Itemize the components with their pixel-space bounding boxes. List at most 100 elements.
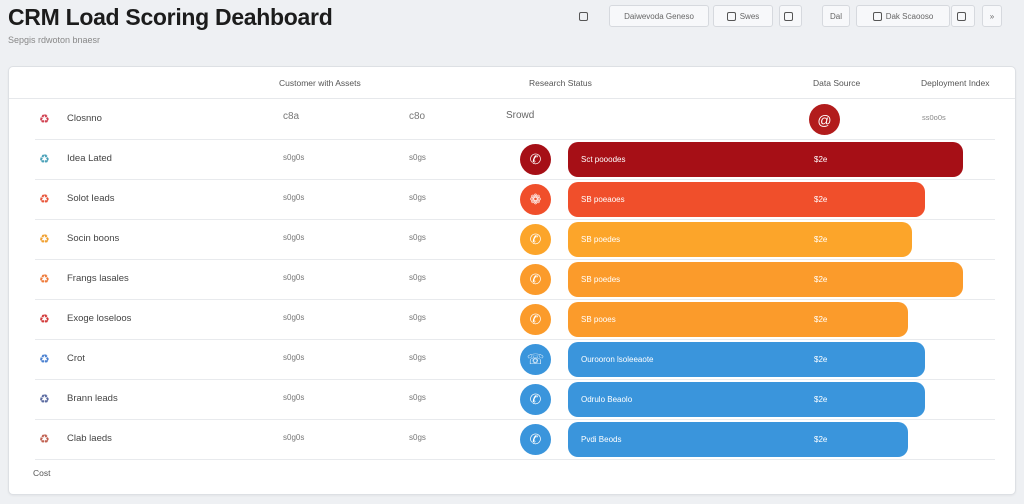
lead-name: Exoge loseloos <box>67 313 132 324</box>
toolbar-button-label: » <box>989 11 995 21</box>
table-row[interactable]: ♻ Idea Lated s0g0s s0gs ✆ Sct pooodes $2… <box>35 140 995 180</box>
save-icon <box>726 11 736 21</box>
score-bar[interactable]: SB poedes $2e <box>568 262 963 297</box>
toolbar-button-0[interactable] <box>576 5 594 27</box>
lead-name: Idea Lated <box>67 153 112 164</box>
phone-icon[interactable]: ✆ <box>520 304 551 335</box>
column-header-source[interactable]: Data Source <box>813 78 860 88</box>
lead-name: Socin boons <box>67 233 120 244</box>
recycle-icon: ♻ <box>39 152 50 166</box>
column-header-customer[interactable]: Customer with Assets <box>279 78 361 88</box>
score-label: SB poeaoes <box>581 195 625 204</box>
score-bar[interactable]: Pvdi Beods $2e <box>568 422 908 457</box>
table-row[interactable]: ♻ Frangs lasales s0g0s s0gs ✆ SB poedes … <box>35 260 995 300</box>
lead-col1: s0g0s <box>283 313 305 322</box>
lead-col1: s0g0s <box>283 153 305 162</box>
phone-icon[interactable]: ✆ <box>520 424 551 455</box>
settings-icon <box>578 11 588 21</box>
summary-index: ss0o0s <box>922 113 946 122</box>
refresh-icon <box>784 11 793 21</box>
score-bar[interactable]: Ourooron lsoleeaote $2e <box>568 342 925 377</box>
lead-col2: s0gs <box>409 353 426 362</box>
table-row[interactable]: ♻ Solot Ieads s0g0s s0gs ❁ SB poeaoes $2… <box>35 180 995 220</box>
lead-col2: s0gs <box>409 313 426 322</box>
phone-icon[interactable]: ✆ <box>520 144 551 175</box>
toolbar-button-label: Dak Scaooso <box>885 11 934 21</box>
lead-col1: s0g0s <box>283 233 305 242</box>
table-row[interactable]: ♻ Crot s0g0s s0gs ☏ Ourooron lsoleeaote … <box>35 340 995 380</box>
lead-col1: s0g0s <box>283 273 305 282</box>
phone-icon[interactable]: ✆ <box>520 224 551 255</box>
recycle-icon: ♻ <box>39 432 50 446</box>
alert-icon[interactable]: @ <box>809 104 840 135</box>
toolbar-button-5[interactable]: Dak Scaooso <box>856 5 950 27</box>
phone-icon[interactable]: ✆ <box>520 384 551 415</box>
lead-name: Frangs lasales <box>67 273 129 284</box>
lead-col1: s0g0s <box>283 433 305 442</box>
recycle-icon: ♻ <box>39 232 50 246</box>
score-bar[interactable]: Odrulo Beaolo $2e <box>568 382 925 417</box>
cookie-icon[interactable]: ❁ <box>520 184 551 215</box>
summary-row[interactable]: ♻ Closnno c8a c8o Srowd @ ss0o0s <box>35 100 995 140</box>
table-row[interactable]: ♻ Brann leads s0g0s s0gs ✆ Odrulo Beaolo… <box>35 380 995 420</box>
score-value: $2e <box>814 275 828 284</box>
header-divider <box>9 98 1015 99</box>
lead-col2: s0gs <box>409 433 426 442</box>
recycle-icon: ♻ <box>39 272 50 286</box>
lead-name: Clab laeds <box>67 433 112 444</box>
score-value: $2e <box>814 395 828 404</box>
lead-col1: s0g0s <box>283 193 305 202</box>
filter-icon <box>872 11 882 21</box>
score-value: $2e <box>814 195 828 204</box>
recycle-icon: ♻ <box>39 352 50 366</box>
lead-col2: s0gs <box>409 393 426 402</box>
toolbar-button-label: Dal <box>829 11 842 21</box>
score-bar[interactable]: SB poeaoes $2e <box>568 182 925 217</box>
score-value: $2e <box>814 435 828 444</box>
toolbar-button-2[interactable]: Swes <box>713 5 773 27</box>
toolbar-button-label: Swes <box>739 11 760 21</box>
score-bar[interactable]: Sct pooodes $2e <box>568 142 963 177</box>
column-header-index[interactable]: Deployment Index <box>921 78 990 88</box>
table-row[interactable]: ♻ Clab laeds s0g0s s0gs ✆ Pvdi Beods $2e <box>35 420 995 460</box>
score-label: SB poedes <box>581 235 621 244</box>
summary-c2: c8o <box>409 111 426 122</box>
table-row[interactable]: ♻ Socin boons s0g0s s0gs ✆ SB poedes $2e <box>35 220 995 260</box>
toolbar-button-7[interactable]: » <box>982 5 1002 27</box>
lead-col2: s0gs <box>409 153 426 162</box>
column-header-status[interactable]: Research Status <box>529 78 592 88</box>
score-value: $2e <box>814 355 828 364</box>
lead-name: Solot Ieads <box>67 193 115 204</box>
lead-col2: s0gs <box>409 193 426 202</box>
phone-icon[interactable]: ✆ <box>520 264 551 295</box>
recycle-icon: ♻ <box>39 312 50 326</box>
page-title: CRM Load Scoring Deahboard <box>8 4 333 30</box>
score-label: Ourooron lsoleeaote <box>581 355 654 364</box>
summary-status: Srowd <box>506 110 535 121</box>
toolbar-button-1[interactable]: Daiwevoda Geneso <box>609 5 709 27</box>
table-row[interactable]: ♻ Exoge loseloos s0g0s s0gs ✆ SB pooes $… <box>35 300 995 340</box>
table-footer: Cost <box>33 468 51 478</box>
lead-name: Brann leads <box>67 393 118 404</box>
toolbar-button-3[interactable] <box>779 5 802 27</box>
chat-icon[interactable]: ☏ <box>520 344 551 375</box>
score-value: $2e <box>814 235 828 244</box>
score-label: Pvdi Beods <box>581 435 622 444</box>
score-value: $2e <box>814 155 828 164</box>
score-label: Odrulo Beaolo <box>581 395 633 404</box>
summary-name: Closnno <box>67 113 102 124</box>
toolbar-button-6[interactable] <box>951 5 975 27</box>
lead-name: Crot <box>67 353 85 364</box>
toolbar-button-label: Daiwevoda Geneso <box>624 11 694 21</box>
recycle-icon: ♻ <box>39 112 50 126</box>
page-subtitle: Sepgis rdwoton bnaesr <box>8 35 101 45</box>
lead-col2: s0gs <box>409 273 426 282</box>
score-label: Sct pooodes <box>581 155 626 164</box>
score-label: SB poedes <box>581 275 621 284</box>
summary-c1: c8a <box>283 111 300 122</box>
lead-table-card: Customer with Assets Research Status Dat… <box>8 66 1016 495</box>
score-bar[interactable]: SB poedes $2e <box>568 222 912 257</box>
score-bar[interactable]: SB pooes $2e <box>568 302 908 337</box>
lead-col2: s0gs <box>409 233 426 242</box>
toolbar-button-4[interactable]: Dal <box>822 5 850 27</box>
